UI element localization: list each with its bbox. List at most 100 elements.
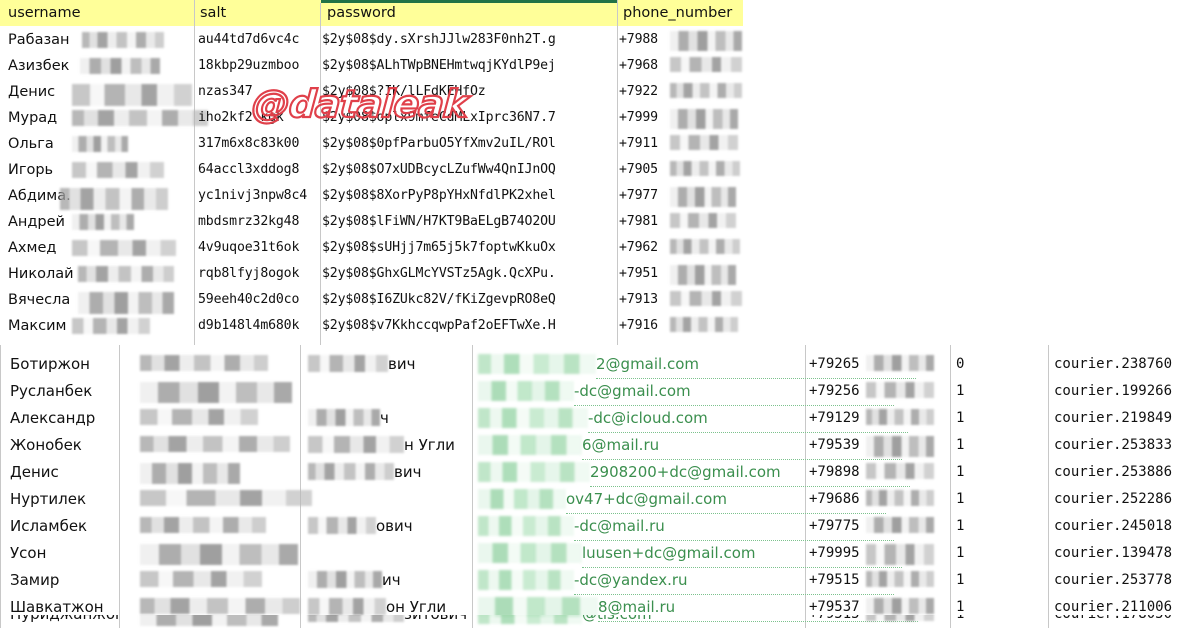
cell-courier-id: courier.178050 <box>1054 615 1200 628</box>
cell-first-name: Нуртилек <box>10 490 87 508</box>
cell-password: $2y$08$ALhTWpBNEHmtwqjKYdlP9ej <box>322 58 556 73</box>
column-header-phone-number[interactable]: phone_number <box>623 3 732 25</box>
cell-courier-id: courier.253886 <box>1054 464 1173 480</box>
cell-status-flag: 1 <box>956 615 1044 628</box>
cell-password: $2y$08$v7KkhccqwpPaf2oEFTwXe.H <box>322 318 556 333</box>
table-row[interactable]: Абдима. yc1nivj3npw8c4 $2y$08$8XorPyP8pYHx… <box>0 183 743 210</box>
cell-first-name: Денис <box>10 463 59 481</box>
redaction-block-email <box>478 462 590 482</box>
lower-couriers-table: Ботиржон вич 2@gmail.com +79265 0 courier.238… <box>0 345 1200 628</box>
dataleak-table-screenshot: username salt password phone_number Раба… <box>0 0 1200 628</box>
table-row[interactable]: Ольга 317m6x8c83k00 $2y$08$0pfParbuO5YfXmv… <box>0 131 743 157</box>
redaction-block-phone <box>670 109 738 129</box>
redaction-block-last-name <box>140 490 312 506</box>
redaction-block-email <box>478 354 596 374</box>
redaction-block-email <box>478 408 588 428</box>
redaction-block-username <box>72 240 176 256</box>
table-row[interactable]: Денис вич 2908200+dc@gmail.com +79898 1 couri… <box>0 459 1200 487</box>
table-row[interactable]: Ботиржон вич 2@gmail.com +79265 0 courier.238… <box>0 351 1200 379</box>
cell-salt: d9b148l4m680k <box>198 318 300 333</box>
redaction-block-phone <box>670 213 736 228</box>
cell-courier-id: courier.238760 <box>1054 356 1173 372</box>
redaction-block-email <box>478 381 574 401</box>
redaction-block-phone <box>670 317 738 332</box>
cell-status-flag: 1 <box>956 464 965 480</box>
redaction-block-username <box>72 84 192 106</box>
column-header-salt[interactable]: salt <box>200 3 226 25</box>
table-row[interactable]: Усон luusen+dc@gmail.com +79995 1 courier.13… <box>0 540 1200 568</box>
table-row[interactable]: Русланбек -dc@gmail.com +79256 1 courier.199… <box>0 378 1200 406</box>
cell-password: $2y$08$I6ZUkc82V/fKiZgevpRO8eQ <box>322 292 556 307</box>
redaction-block-username <box>78 266 174 282</box>
table-row[interactable]: Денис nzas347 $2y$08$?IK/lLFdKEHfOz +7922 <box>0 79 743 106</box>
column-header-username[interactable]: username <box>8 3 81 25</box>
redaction-block-phone <box>866 355 934 371</box>
column-header-password[interactable]: password <box>327 3 396 25</box>
cell-password: $2y$08$0pfParbuO5YfXmv2uIL/ROl <box>322 136 556 151</box>
redaction-block-email <box>478 516 574 536</box>
redaction-block-phone <box>866 615 934 621</box>
table-row[interactable]: Игорь 64accl3xddog8 $2y$08$O7xUDBcycLZufWw… <box>0 157 743 183</box>
table-row[interactable]: Андрей mbdsmrz32kg48 $2y$08$lFiWN/H7KT9BaE… <box>0 209 743 235</box>
table-row[interactable]: Рабазан au44td7d6vc4c $2y$08$dy.sXrshJJlw2… <box>0 27 743 53</box>
table-row[interactable]: Замир ич -dc@yandex.ru +79515 1 courier.25377… <box>0 567 1200 595</box>
redaction-block-patronymic <box>308 615 404 622</box>
redaction-block-patronymic <box>308 355 388 372</box>
table-row[interactable]: Нуртилек ov47+dc@gmail.com +79686 1 courier.… <box>0 486 1200 514</box>
clipped-bottom-row-container: Нуриджанжонзитович@tls.com+795151courier… <box>0 615 1200 628</box>
redaction-block-patronymic <box>308 598 386 615</box>
table-row[interactable]: Жонобек н Угли 6@mail.ru +79539 1 courier.253… <box>0 432 1200 460</box>
redaction-block-email <box>478 489 566 509</box>
redaction-block-patronymic <box>308 517 376 534</box>
cell-salt: 317m6x8c83k00 <box>198 136 300 151</box>
cell-courier-id: courier.253833 <box>1054 437 1173 453</box>
cell-password: $2y$08$oplx9mfeCdMLxIprc36N7.7 <box>322 110 556 125</box>
cell-salt: iho2kf2 kgk <box>198 110 284 125</box>
cell-salt: au44td7d6vc4c <box>198 32 300 47</box>
table-row[interactable]: Николай rqb8lfyj8ogok $2y$08$GhxGLMcYVSTz5… <box>0 261 743 287</box>
table-row[interactable]: Мурад iho2kf2 kgk $2y$08$oplx9mfeCdMLxIprc… <box>0 105 743 131</box>
cell-courier-id: courier.199266 <box>1054 383 1173 399</box>
cell-password: $2y$08$lFiWN/H7KT9BaELgB74O2OU <box>322 214 556 229</box>
redaction-block-phone <box>866 598 934 614</box>
redaction-block-email <box>478 435 582 455</box>
table-row[interactable]: Вячесла 59eeh40c2d0co $2y$08$I6ZUkc82V/fKi… <box>0 287 743 314</box>
redaction-block-email <box>478 597 598 617</box>
redaction-block-phone <box>670 83 742 98</box>
redaction-block-last-name <box>140 436 290 452</box>
cell-password: $2y$08$dy.sXrshJJlw283F0nh2T.g <box>322 32 556 47</box>
redaction-block-username <box>78 292 174 314</box>
table-row[interactable]: Александр ч -dc@icloud.com +79129 1 courier.2… <box>0 405 1200 433</box>
table-row[interactable]: Исламбек ович -dc@mail.ru +79775 1 courier.24… <box>0 513 1200 541</box>
cell-first-name: Усон <box>10 544 47 562</box>
redaction-block-phone <box>670 239 740 254</box>
redaction-block-email <box>478 570 574 590</box>
upper-table-header-row: username salt password phone_number <box>0 0 743 26</box>
redaction-block-patronymic <box>308 436 404 453</box>
cell-status-flag: 0 <box>956 356 965 372</box>
redaction-block-phone <box>866 517 934 533</box>
table-row[interactable]: Максим d9b148l4m680k $2y$08$v7KkhccqwpPaf2… <box>0 313 743 339</box>
cell-courier-id: courier.219849 <box>1054 410 1173 426</box>
redaction-block-username <box>72 162 164 178</box>
redaction-block-last-name <box>140 463 240 484</box>
table-row[interactable]: Азизбек 18kbp29uzmboo $2y$08$ALhTWpBNEHmtw… <box>0 53 743 79</box>
redaction-block-username <box>72 110 208 126</box>
cell-salt: 64accl3xddog8 <box>198 162 300 177</box>
redaction-block-username <box>72 214 134 230</box>
cell-salt: mbdsmrz32kg48 <box>198 214 300 229</box>
redaction-block-phone <box>670 57 742 72</box>
redaction-block-phone <box>670 31 742 51</box>
cell-first-name: Исламбек <box>10 517 88 535</box>
table-row[interactable]: Нуриджанжонзитович@tls.com+795151courier… <box>0 615 1200 628</box>
redaction-block-username <box>82 32 164 48</box>
redaction-block-last-name <box>140 409 258 425</box>
cell-first-name: Замир <box>10 571 60 589</box>
redaction-block-patronymic <box>308 571 382 588</box>
redaction-block-last-name <box>140 382 292 403</box>
table-row[interactable]: Ахмед 4v9uqoe31t6ok $2y$08$sUHjj7m65j5k7fo… <box>0 235 743 261</box>
redaction-block-phone <box>670 291 742 306</box>
cell-status-flag: 1 <box>956 518 965 534</box>
redaction-block-last-name <box>140 355 268 371</box>
cell-salt: 59eeh40c2d0co <box>198 292 300 307</box>
